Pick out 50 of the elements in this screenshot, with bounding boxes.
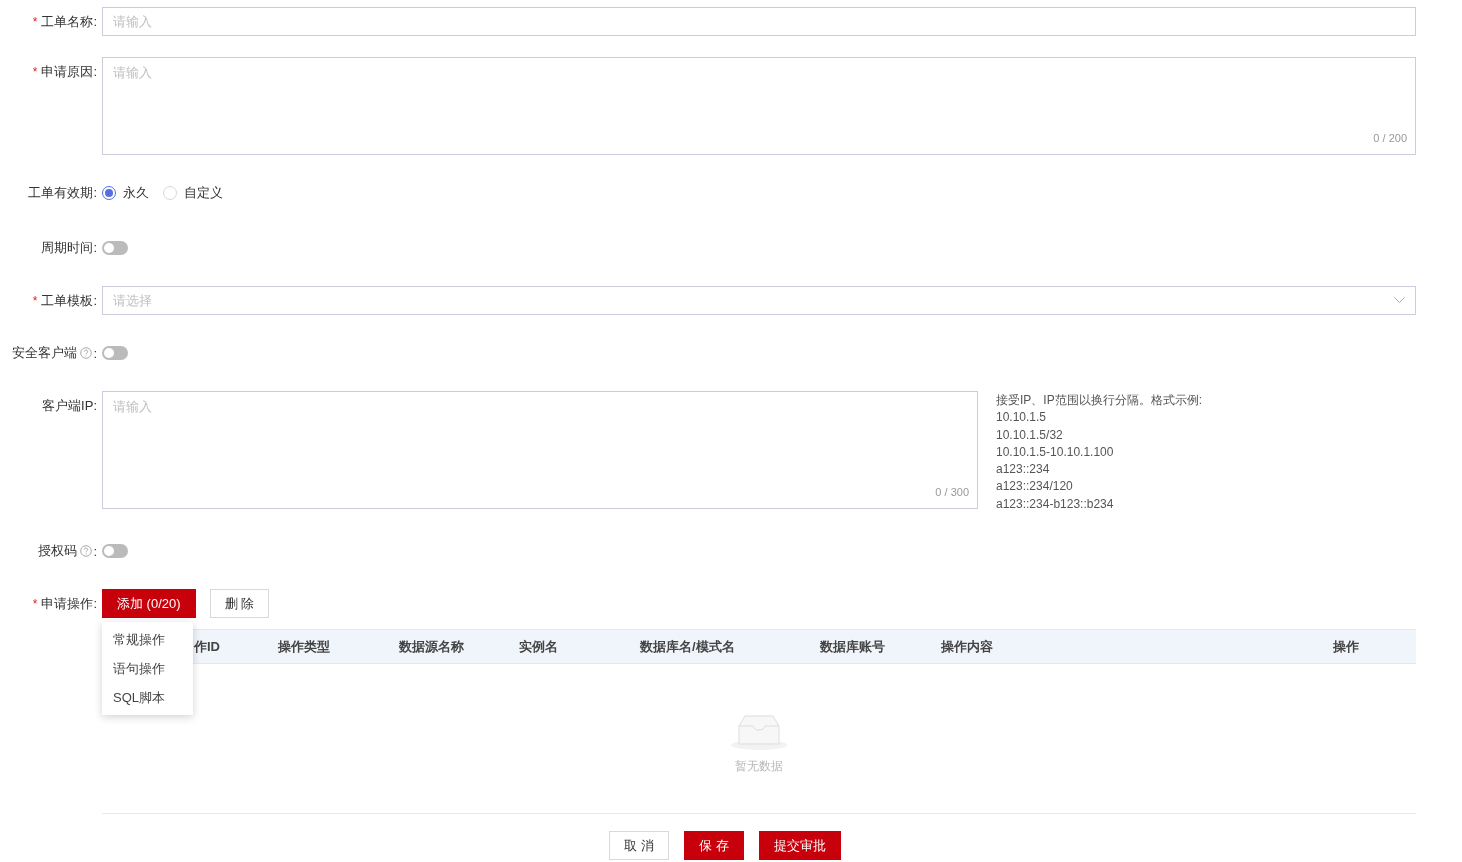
column-header: 作ID xyxy=(194,638,220,654)
placeholder: 请输入 xyxy=(113,65,152,80)
field-label: 客户端IP: xyxy=(42,396,97,415)
required-mark: * xyxy=(32,596,38,611)
required-mark: * xyxy=(32,64,38,79)
field-label: 工单模板: xyxy=(41,291,97,310)
char-counter: 0 / 200 xyxy=(1373,132,1407,144)
hint-line: 接受IP、IP范围以换行分隔。格式示例: xyxy=(996,392,1202,409)
field-label: 申请操作: xyxy=(41,594,97,613)
column-header: 操作内容 xyxy=(941,638,993,654)
hint-line: a123::234 xyxy=(996,461,1051,479)
hint-line: 10.10.1.5 xyxy=(996,409,1048,427)
empty-text: 暂无数据 xyxy=(735,758,783,776)
label-colon: : xyxy=(93,345,97,361)
hint-line: 10.10.1.5/32 xyxy=(996,426,1064,444)
footer-button[interactable]: 提交审批 xyxy=(758,831,841,861)
column-header: 实例名 xyxy=(519,638,558,654)
toggle-switch[interactable] xyxy=(102,346,128,360)
column-header: 数据库账号 xyxy=(820,638,885,654)
hint-line: 10.10.1.5-10.10.1.100 xyxy=(996,443,1115,461)
radio-label[interactable]: 自定义 xyxy=(184,184,223,202)
menu-item[interactable]: SQL脚本 xyxy=(102,683,193,713)
add-button[interactable]: 添加 (0/20) xyxy=(102,589,196,619)
label-colon: : xyxy=(93,543,97,559)
chevron-down-icon xyxy=(1394,297,1405,304)
column-header: 数据库名/模式名 xyxy=(640,638,735,654)
footer-button[interactable]: 取 消 xyxy=(609,831,669,861)
footer-button[interactable]: 保 存 xyxy=(684,831,744,861)
toggle-switch[interactable] xyxy=(102,241,128,255)
column-header: 数据源名称 xyxy=(399,638,464,654)
field-label: 周期时间: xyxy=(41,239,97,257)
hint-line: a123::234-b123::b234 xyxy=(996,495,1115,513)
hint-line: a123::234/120 xyxy=(996,478,1074,496)
menu-item[interactable]: 常规操作 xyxy=(102,625,193,655)
required-mark: * xyxy=(32,14,38,29)
column-header: 操作类型 xyxy=(278,638,330,654)
field-label: 工单名称: xyxy=(41,12,97,31)
field-label: 安全客户端 xyxy=(12,344,78,362)
field-label: 申请原因: xyxy=(41,62,97,81)
delete-button[interactable]: 删 除 xyxy=(209,589,270,619)
field-label: 授权码 xyxy=(38,542,78,561)
menu-item[interactable]: 语句操作 xyxy=(102,654,193,684)
radio-label[interactable]: 永久 xyxy=(123,184,149,202)
column-header: 操作 xyxy=(1333,638,1359,654)
char-counter: 0 / 300 xyxy=(935,486,969,498)
toggle-switch[interactable] xyxy=(102,544,128,559)
field-label: 工单有效期: xyxy=(28,184,97,202)
placeholder: 请输入 xyxy=(113,399,152,414)
required-mark: * xyxy=(32,293,38,308)
empty-inbox-icon xyxy=(729,712,789,753)
